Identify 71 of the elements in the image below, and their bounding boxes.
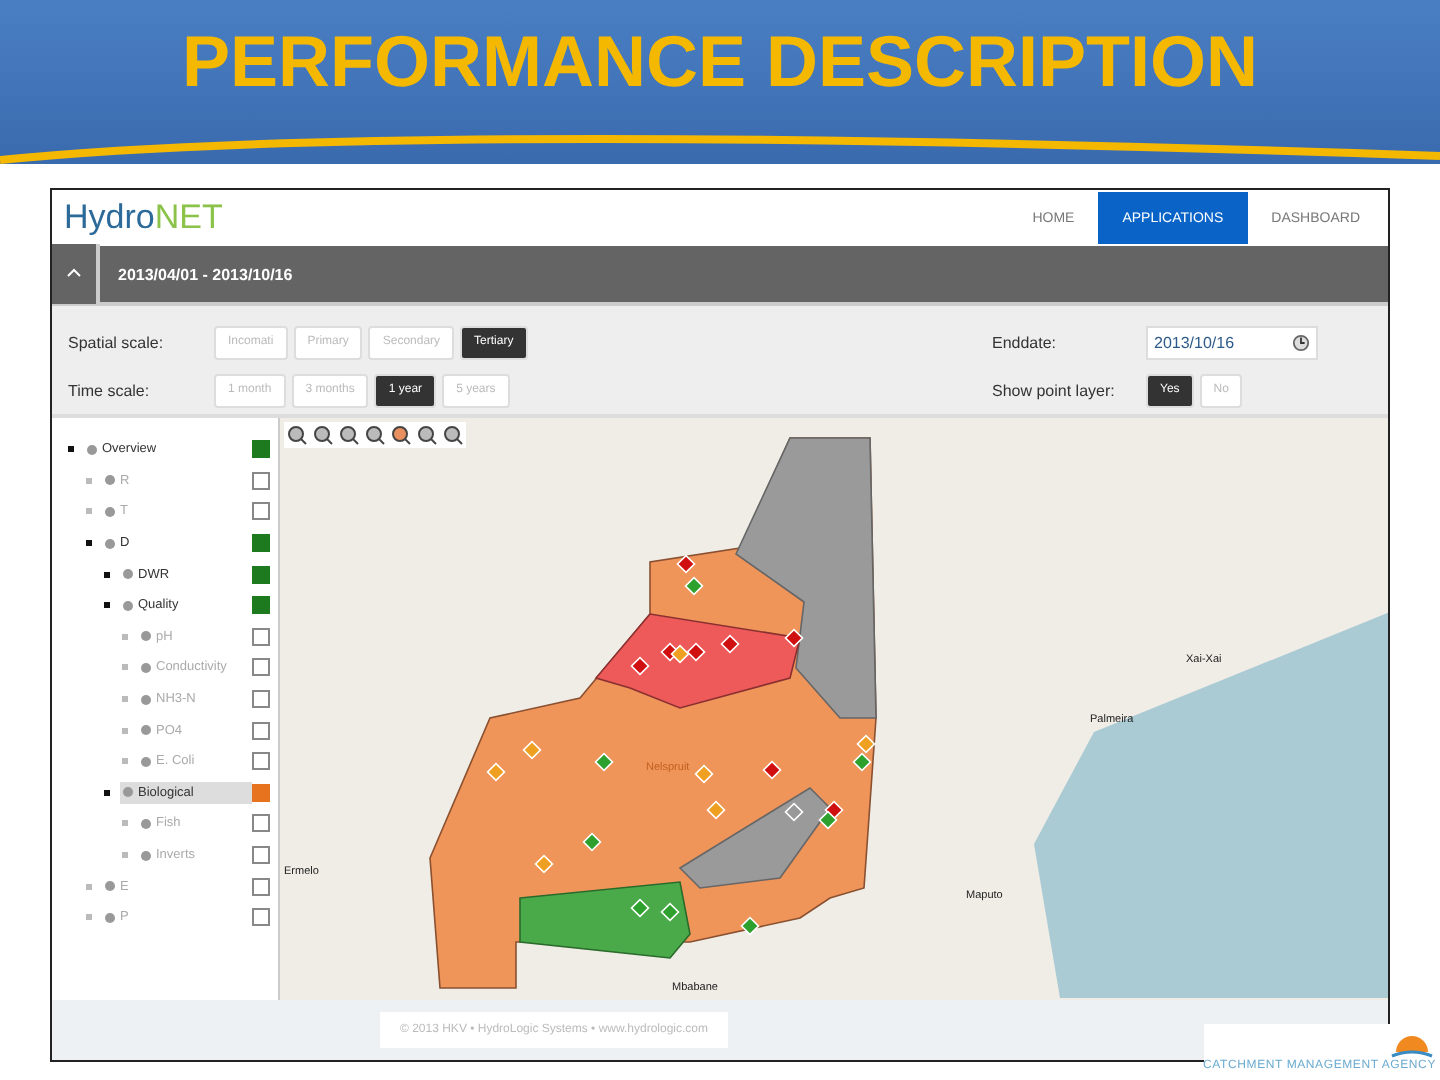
marker-icon[interactable] [740, 916, 760, 936]
marker-icon[interactable] [630, 656, 650, 676]
marker-icon[interactable] [660, 902, 680, 922]
marker-icon[interactable] [582, 832, 602, 852]
marker-icon[interactable] [852, 752, 872, 772]
layer-checkbox[interactable] [252, 908, 270, 927]
layer-icon [104, 911, 116, 924]
map-tool-icon[interactable] [286, 424, 308, 446]
layer-icon [104, 505, 116, 518]
layer-checkbox[interactable] [252, 877, 270, 896]
layer-icon [104, 880, 116, 893]
marker-icon[interactable] [670, 644, 690, 664]
layer-icon [104, 474, 116, 487]
layer-checkbox[interactable] [252, 690, 270, 709]
layer-checkbox[interactable] [252, 658, 270, 677]
layer-checkbox[interactable] [252, 471, 270, 490]
layer-checkbox[interactable] [252, 596, 270, 615]
layer-checkbox[interactable] [252, 721, 270, 740]
layer-checkbox[interactable] [252, 752, 270, 771]
map-tool-icon[interactable] [390, 424, 412, 446]
layer-icon [122, 568, 134, 581]
layer-checkbox[interactable] [252, 440, 270, 459]
control-label: Show point layer: [992, 381, 1117, 399]
layer-icon [104, 537, 116, 550]
date-range: 2013/04/01 - 2013/10/16 [118, 265, 293, 283]
marker-icon[interactable] [720, 634, 740, 654]
marker-icon[interactable] [706, 800, 726, 820]
layer-icon [122, 786, 134, 799]
app-logo: HydroNET [64, 198, 223, 238]
layer-checkbox[interactable] [252, 814, 270, 833]
marker-icon[interactable] [762, 760, 782, 780]
marker-icon[interactable] [856, 734, 876, 754]
marker-icon[interactable] [784, 802, 804, 822]
layer-icon [122, 599, 134, 612]
marker-icon[interactable] [818, 810, 838, 830]
marker-icon[interactable] [630, 898, 650, 918]
marker-icon[interactable] [522, 740, 542, 760]
marker-icon[interactable] [676, 554, 696, 574]
layer-checkbox[interactable] [252, 534, 270, 553]
date-field[interactable]: 2013/10/16 [1146, 325, 1318, 359]
marker-icon[interactable] [534, 854, 554, 874]
layer-icon [140, 724, 152, 737]
map-tool-icon[interactable] [416, 424, 438, 446]
clock-icon [1292, 333, 1310, 351]
layer-checkbox[interactable] [252, 846, 270, 865]
map-tool-icon[interactable] [364, 424, 386, 446]
layer-checkbox[interactable] [252, 502, 270, 521]
layer-icon [140, 849, 152, 862]
marker-icon[interactable] [594, 752, 614, 772]
marker-icon[interactable] [784, 628, 804, 648]
map-tool-icon[interactable] [442, 424, 464, 446]
layer-checkbox[interactable] [252, 627, 270, 646]
slide-title: PERFORMANCE DESCRIPTION [181, 20, 1259, 104]
marker-icon[interactable] [686, 642, 706, 662]
map-tool-icon[interactable] [312, 424, 334, 446]
control-label: Spatial scale: [68, 333, 166, 351]
marker-icon[interactable] [486, 762, 506, 782]
layer-checkbox[interactable] [252, 565, 270, 584]
collapse-button[interactable] [52, 244, 100, 304]
marker-icon[interactable] [684, 576, 704, 596]
layer-icon [140, 693, 152, 706]
map-tool-icon[interactable] [338, 424, 360, 446]
layer-icon [140, 630, 152, 643]
control-label: Time scale: [68, 381, 152, 399]
layer-icon [140, 661, 152, 674]
chevron-up-icon [66, 266, 82, 282]
layer-checkbox[interactable] [252, 783, 270, 802]
layer-icon [86, 443, 98, 456]
layer-icon [140, 817, 152, 830]
layer-icon [140, 755, 152, 768]
control-label: Enddate: [992, 333, 1059, 351]
